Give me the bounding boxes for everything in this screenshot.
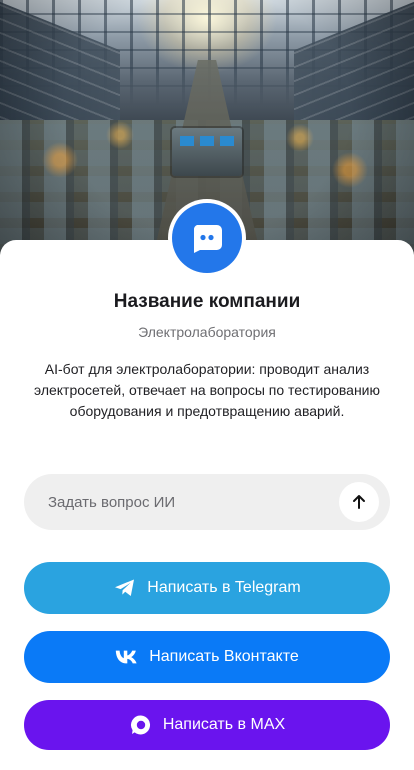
max-icon: [129, 713, 153, 737]
send-button[interactable]: [339, 482, 379, 522]
company-name: Название компании: [113, 291, 301, 312]
arrow-up-icon: [353, 495, 365, 509]
max-button[interactable]: Написать в MAX: [24, 700, 390, 750]
chat-bubble-icon: [193, 225, 222, 253]
company-type: Электролаборатория: [138, 324, 276, 340]
telegram-button-label: Написать в Telegram: [147, 579, 301, 596]
avatar-circle: [172, 203, 242, 273]
max-button-label: Написать в MAX: [162, 716, 286, 733]
ask-ai-input[interactable]: [48, 474, 348, 530]
vk-icon: [115, 645, 139, 669]
telegram-button[interactable]: Написать в Telegram: [24, 562, 390, 614]
telegram-icon: [113, 576, 137, 600]
avatar: [168, 199, 246, 277]
company-description: AI-бот для электролаборатории: проводит …: [33, 361, 380, 419]
ask-ai-field: [24, 474, 390, 530]
vk-button-label: Написать Вконтакте: [149, 648, 299, 665]
vk-button[interactable]: Написать Вконтакте: [24, 631, 390, 683]
